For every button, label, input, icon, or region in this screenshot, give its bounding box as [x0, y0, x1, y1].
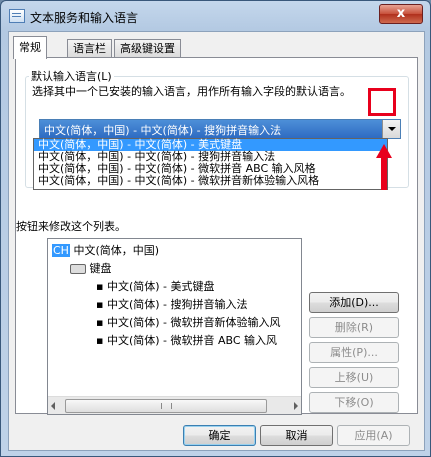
default-language-description: 选择其中一个已安装的输入语言，用作所有输入字段的默认语言。: [32, 85, 351, 98]
grip-icon: [161, 403, 172, 409]
default-language-value: 中文(简体，中国) - 中文(简体) - 搜狗拼音输入法: [44, 124, 282, 137]
app-icon: [9, 9, 25, 23]
dropdown-option[interactable]: 中文(简体，中国) - 中文(简体) - 微软拼音新体验输入风格: [34, 175, 387, 187]
language-badge: CH: [52, 244, 70, 257]
add-button[interactable]: 添加(D)...: [309, 292, 399, 313]
annotation-arrow-icon: [376, 144, 392, 190]
properties-button[interactable]: 属性(P)...: [309, 342, 399, 363]
dropdown-toggle[interactable]: [382, 120, 400, 138]
highlight-box: [368, 88, 396, 116]
default-language-title: 默认输入语言(L): [29, 68, 114, 84]
tab-general[interactable]: 常规: [13, 36, 47, 59]
apply-button[interactable]: 应用(A): [337, 425, 410, 446]
chevron-down-icon: [388, 127, 396, 131]
tree-keyboard-node[interactable]: 键盘: [70, 260, 112, 276]
default-language-select[interactable]: 中文(简体，中国) - 中文(简体) - 搜狗拼音输入法: [39, 119, 401, 139]
tab-panel: 默认输入语言(L) 选择其中一个已安装的输入语言，用作所有输入字段的默认语言。 …: [15, 57, 418, 415]
ok-button[interactable]: 确定: [183, 425, 256, 446]
move-up-button[interactable]: 上移(U): [309, 367, 399, 388]
tab-language-bar[interactable]: 语言栏: [67, 39, 112, 58]
tree-item[interactable]: ▪ 中文(简体) - 微软拼音 ABC 输入风: [96, 332, 277, 348]
window-title: 文本服务和输入语言: [30, 11, 139, 25]
installed-services-tree[interactable]: CH 中文(简体，中国) 键盘 ▪ 中文(简体) - 美式键盘 ▪ 中文(简体)…: [47, 238, 302, 415]
cancel-button[interactable]: 取消: [260, 425, 333, 446]
services-hint: 按钮来修改这个列表。: [16, 220, 126, 233]
tree-keyboard-label: 键盘: [89, 262, 112, 275]
language-dropdown-list[interactable]: 中文(简体，中国) - 中文(简体) - 美式键盘 中文(简体，中国) - 中文…: [33, 138, 388, 190]
horizontal-scrollbar[interactable]: [48, 396, 301, 414]
dialog-window: 文本服务和输入语言 x 常规 语言栏 高级键设置 默认输入语言(L) 选择其中一…: [0, 0, 431, 457]
tree-language-label: 中文(简体，中国): [73, 244, 160, 257]
tree-language-node[interactable]: CH 中文(简体，中国): [52, 242, 159, 258]
keyboard-icon: [70, 264, 86, 274]
tree-item[interactable]: ▪ 中文(简体) - 微软拼音新体验输入风: [96, 314, 281, 330]
tab-advanced-keys[interactable]: 高级键设置: [114, 39, 181, 58]
remove-button[interactable]: 删除(R): [309, 317, 399, 338]
tree-item[interactable]: ▪ 中文(简体) - 搜狗拼音输入法: [96, 296, 248, 312]
title-bar[interactable]: 文本服务和输入语言 x: [1, 1, 430, 31]
scroll-left-icon[interactable]: [51, 402, 55, 410]
close-button[interactable]: x: [379, 4, 423, 24]
move-down-button[interactable]: 下移(O): [309, 392, 399, 413]
scroll-right-icon[interactable]: [294, 402, 298, 410]
dialog-client: 常规 语言栏 高级键设置 默认输入语言(L) 选择其中一个已安装的输入语言，用作…: [8, 31, 425, 451]
tree-item[interactable]: ▪ 中文(简体) - 美式键盘: [96, 278, 215, 294]
scroll-thumb[interactable]: [65, 399, 267, 413]
